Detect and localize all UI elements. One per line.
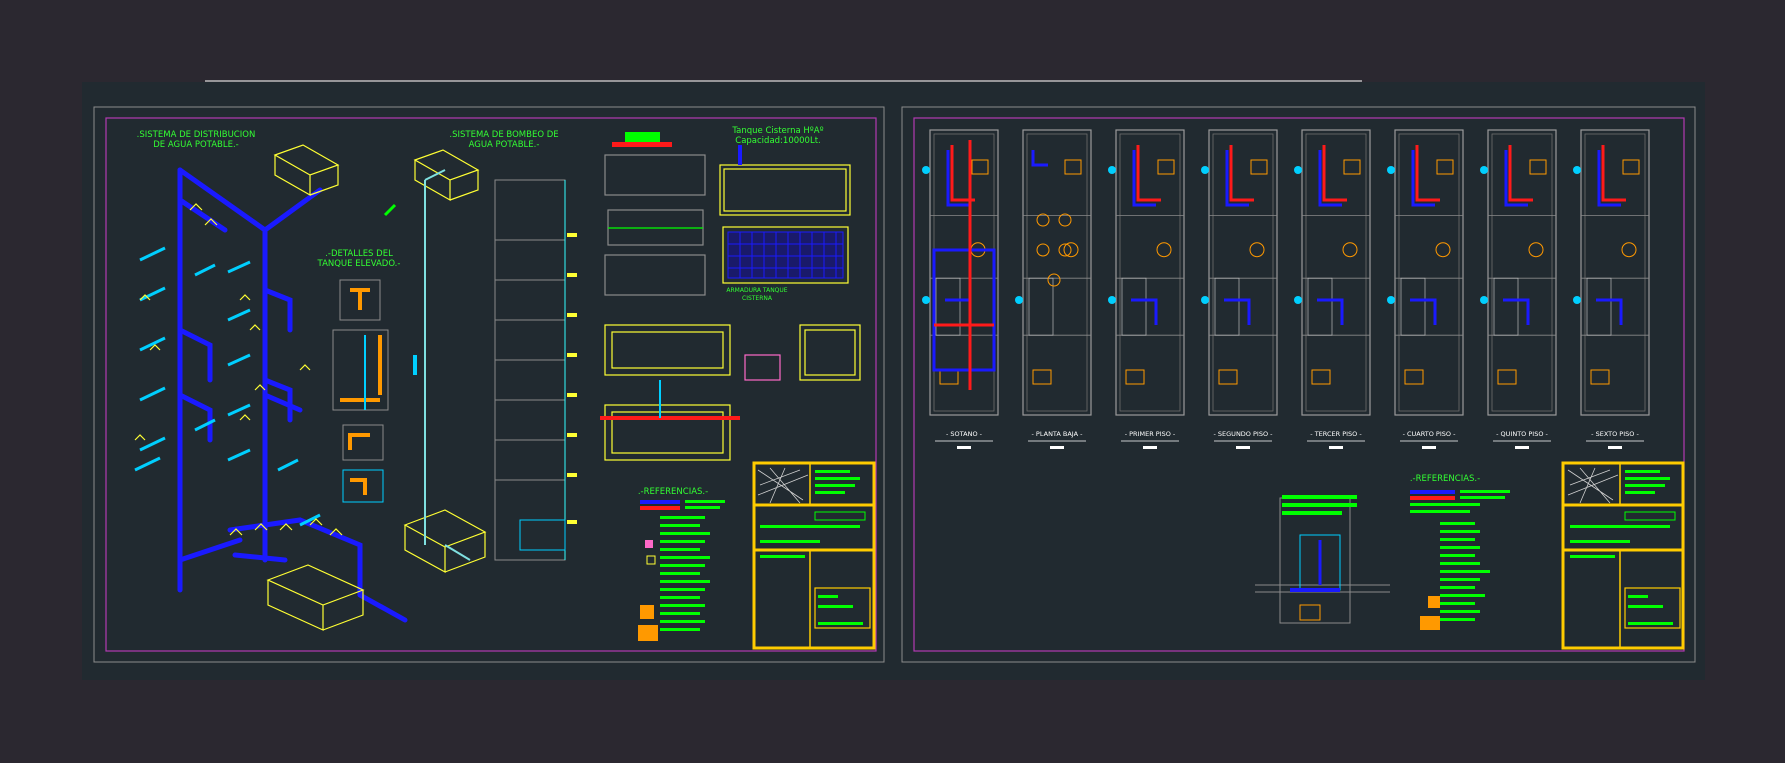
floor-scale-mark [1329, 446, 1343, 449]
floor-scale-mark [957, 446, 971, 449]
floor-scale-mark [1422, 446, 1436, 449]
meter-icon [1573, 296, 1581, 304]
floor-label: - SEGUNDO PISO - [1214, 430, 1274, 438]
meter-icon [1201, 296, 1209, 304]
references-title-right: .-REFERENCIAS.- [1410, 474, 1480, 484]
cistern-capacity: Capacidad:10000Lt. [735, 136, 820, 146]
floor-scale-mark [1143, 446, 1157, 449]
floor-scale-mark [1515, 446, 1529, 449]
meter-icon [1387, 166, 1395, 174]
armadura-grid [727, 231, 844, 279]
floor-label: - SOTANO - [946, 430, 983, 438]
meter-icon [1108, 166, 1116, 174]
meter-icon [1294, 166, 1302, 174]
sheet-left[interactable]: .SISTEMA DE DISTRIBUCION DE AGUA POTABLE… [82, 82, 892, 680]
pumping-title-2: AGUA POTABLE.- [469, 140, 540, 150]
meter-icon [1201, 166, 1209, 174]
tank-details-title: .-DETALLES DEL [325, 249, 393, 259]
floor-scale-mark [1050, 446, 1064, 449]
meter-icon [1573, 166, 1581, 174]
meter-icon [922, 166, 930, 174]
references-title-left: .-REFERENCIAS.- [638, 487, 708, 497]
distribution-title: .SISTEMA DE DISTRIBUCION [137, 130, 256, 140]
floor-scale-mark [1608, 446, 1622, 449]
floor-label: - SEXTO PISO - [1591, 430, 1639, 438]
meter-icon [1480, 166, 1488, 174]
cistern-title: Tanque Cisterna HºAº [731, 126, 823, 136]
armadura-title: ARMADURA TANQUE [726, 287, 787, 294]
floor-label: - QUINTO PISO - [1496, 430, 1548, 438]
floor-scale-mark [1236, 446, 1250, 449]
armadura-title-2: CISTERNA [742, 295, 773, 302]
meter-icon [1015, 296, 1023, 304]
floor-label: - PLANTA BAJA - [1032, 430, 1084, 438]
floor-label: - TERCER PISO - [1310, 430, 1362, 438]
meter-icon [922, 296, 930, 304]
cad-viewport[interactable]: .SISTEMA DE DISTRIBUCION DE AGUA POTABLE… [0, 0, 1785, 759]
floor-label: - PRIMER PISO - [1125, 430, 1176, 438]
distribution-title-2: DE AGUA POTABLE.- [153, 140, 238, 150]
meter-icon [1387, 296, 1395, 304]
meter-icon [1294, 296, 1302, 304]
tank-details-title-2: TANQUE ELEVADO.- [317, 259, 401, 269]
sheet-right[interactable]: - SOTANO - - PLANTA BAJA - - PRIMER PISO -… [892, 82, 1705, 680]
pumping-title: .SISTEMA DE BOMBEO DE [449, 130, 558, 140]
floor-label: - CUARTO PISO - [1403, 430, 1456, 438]
meter-icon [1480, 296, 1488, 304]
cad-drawing: .SISTEMA DE DISTRIBUCION DE AGUA POTABLE… [82, 80, 1705, 680]
meter-icon [1108, 296, 1116, 304]
sheet-left-paper [82, 82, 892, 680]
